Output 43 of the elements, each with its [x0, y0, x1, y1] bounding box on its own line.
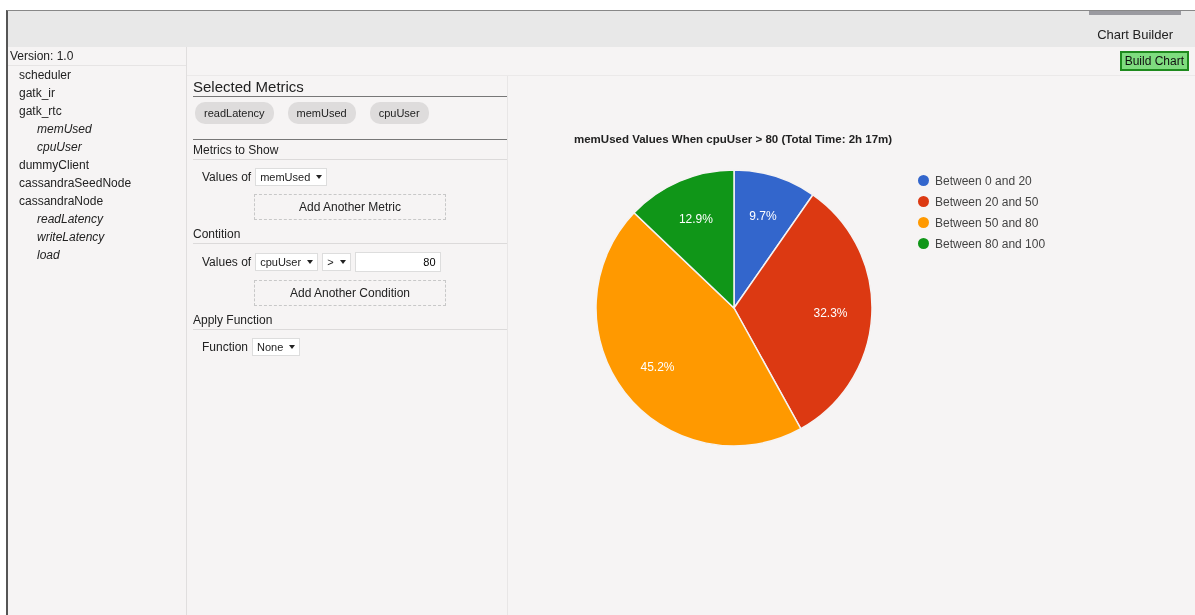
caret-icon	[307, 260, 314, 264]
tree-item[interactable]: cassandraNode	[8, 192, 186, 210]
section-title: Contition	[193, 224, 507, 244]
version-label: Version: 1.0	[8, 49, 186, 66]
tree-item[interactable]: memUsed	[8, 120, 186, 138]
metric-chip[interactable]: memUsed	[287, 102, 356, 124]
section-title: Metrics to Show	[193, 140, 507, 160]
legend-label: Between 50 and 80	[935, 215, 1039, 230]
metric-select[interactable]: cpuUser	[255, 253, 319, 271]
function-select[interactable]: None	[252, 338, 301, 356]
metric-chip[interactable]: readLatency	[195, 102, 274, 124]
tree-item[interactable]: gatk_rtc	[8, 102, 186, 120]
slice-label: 45.2%	[640, 360, 675, 375]
slice-label: 9.7%	[749, 208, 777, 223]
legend-label: Between 0 and 20	[935, 173, 1032, 188]
tree-item[interactable]: cassandraSeedNode	[8, 174, 186, 192]
metric-select[interactable]: memUsed	[255, 168, 328, 186]
tree-item[interactable]: gatk_ir	[8, 84, 186, 102]
tree-item[interactable]: readLatency	[8, 210, 186, 228]
tree-item[interactable]: load	[8, 246, 186, 264]
caret-icon	[289, 345, 296, 349]
caret-icon	[316, 175, 323, 179]
field-label: Values of	[202, 255, 252, 269]
tree-item[interactable]: dummyClient	[8, 156, 186, 174]
add-metric-button[interactable]: Add Another Metric	[254, 194, 446, 220]
value-input[interactable]: 80	[354, 252, 441, 272]
add-condition-button[interactable]: Add Another Condition	[254, 280, 446, 306]
field-label: Function	[202, 340, 249, 354]
slice-label: 32.3%	[813, 306, 848, 320]
slice-label: 12.9%	[678, 212, 713, 227]
caret-icon	[339, 260, 346, 264]
tree-item[interactable]: scheduler	[8, 66, 186, 84]
operator-select[interactable]: >	[322, 253, 351, 271]
chart-title: memUsed Values When cpuUser > 80 (Total Time: 2h 17m)	[574, 133, 894, 145]
build-chart-button[interactable]: Build Chart	[1119, 51, 1189, 71]
metric-chip[interactable]: cpuUser	[369, 102, 429, 124]
tree-item[interactable]: cpuUser	[8, 138, 186, 156]
section-title: Apply Function	[193, 310, 507, 330]
legend-label: Between 20 and 50	[935, 194, 1039, 209]
field-label: Values of	[202, 170, 252, 184]
legend-label: Between 80 and 100	[935, 236, 1046, 251]
tree-item[interactable]: writeLatency	[8, 228, 186, 246]
section-title: Selected Metrics	[193, 76, 507, 97]
